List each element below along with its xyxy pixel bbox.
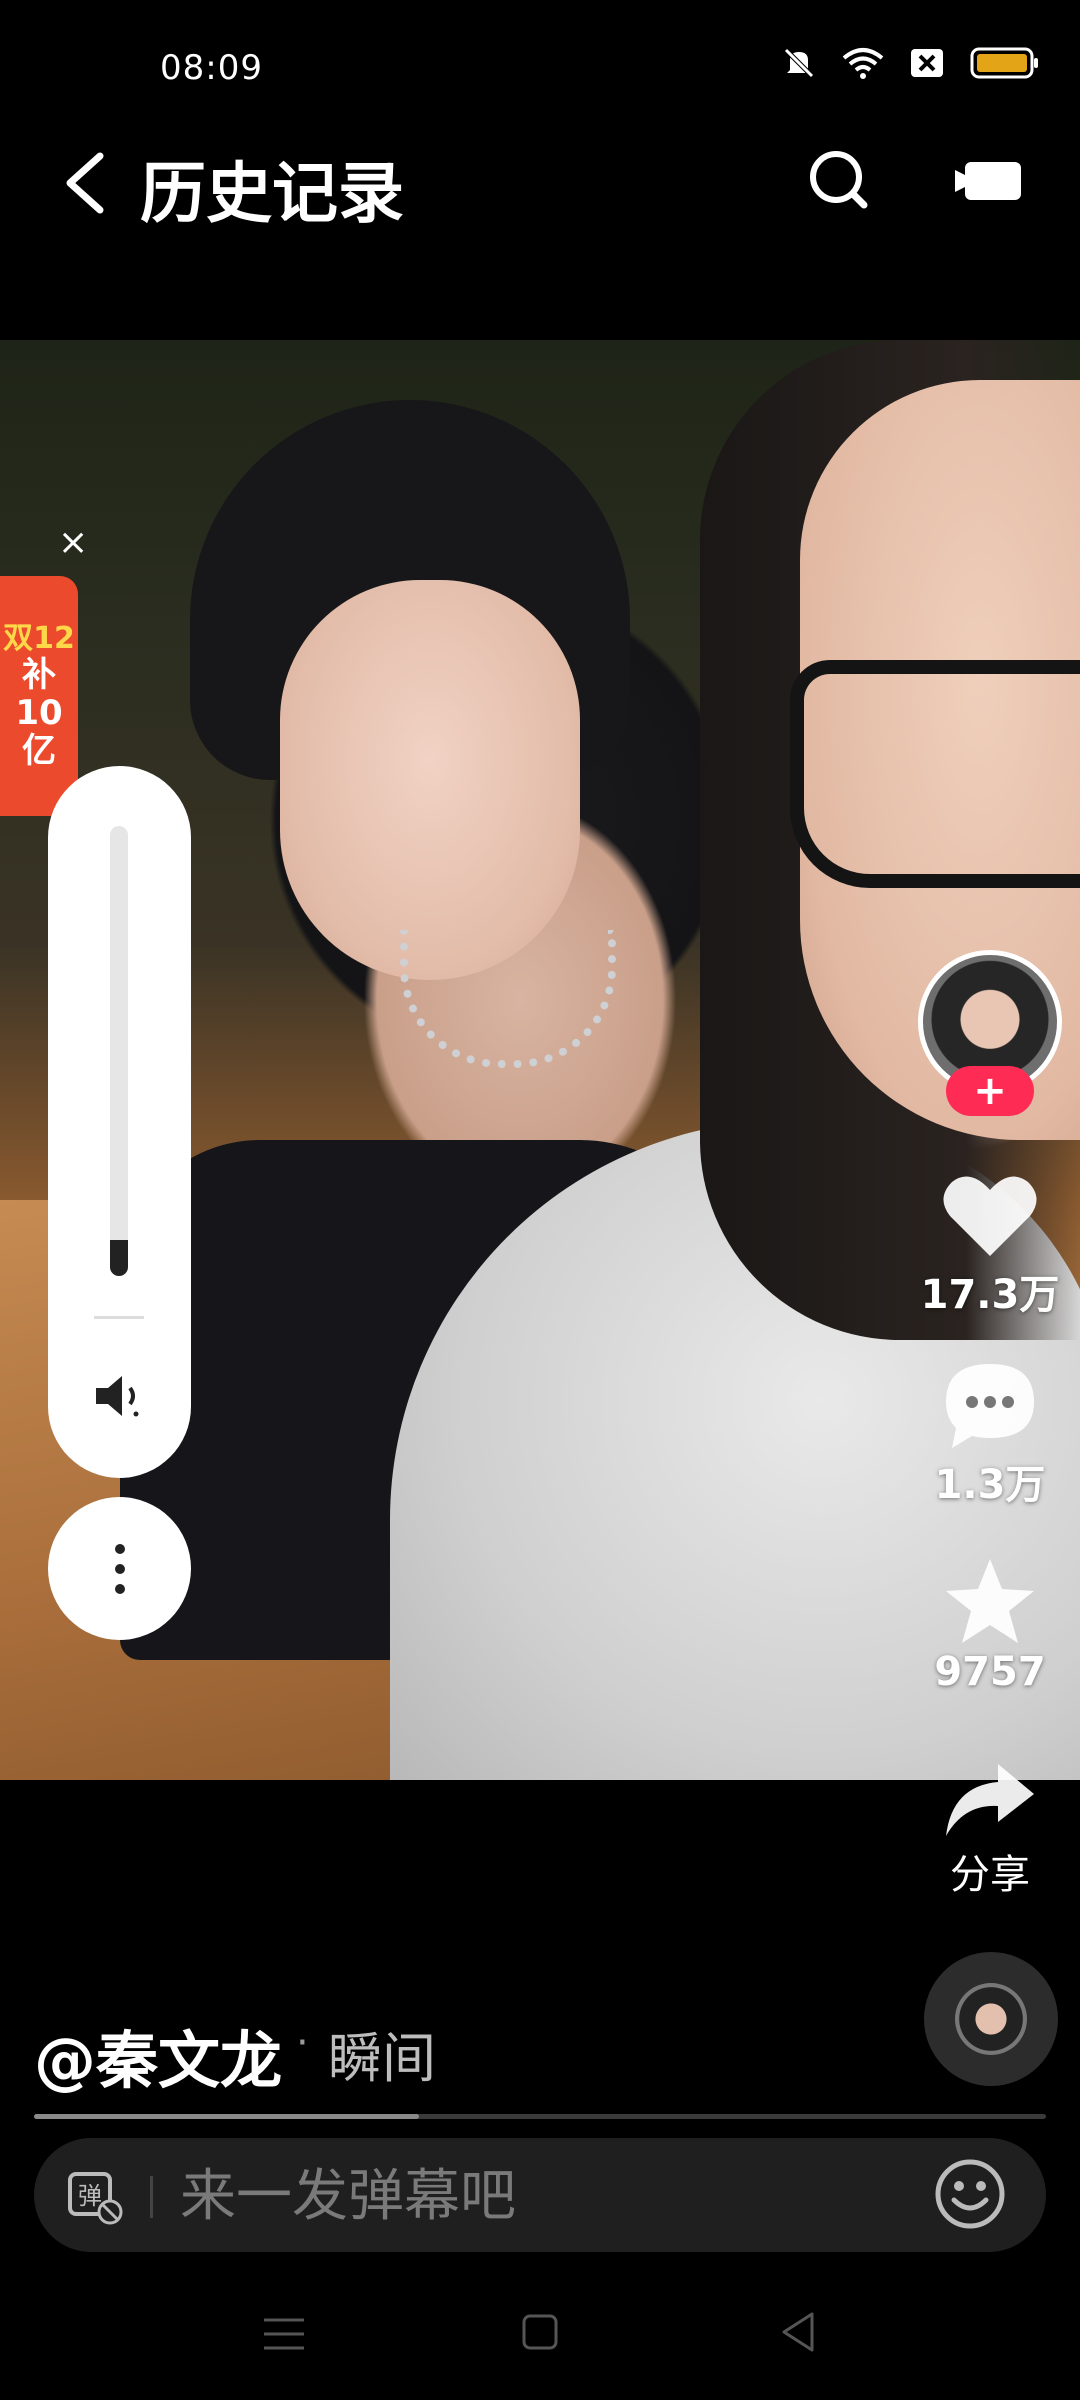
author-tag[interactable]: 瞬间 [328,2014,436,2093]
mute-icon [784,48,814,78]
comment-icon [946,1364,1034,1448]
share-arrow-icon [946,1764,1034,1836]
share-button[interactable]: 分享 [920,1760,1060,1900]
author-name[interactable]: @秦文龙 [34,2010,282,2100]
page-title: 历史记录 [140,155,404,232]
more-options-button[interactable] [48,1497,191,1640]
danmaku-off-icon[interactable]: 弹 [66,2168,124,2226]
heart-icon [943,1176,1037,1256]
comment-count: 1.3万 [934,1462,1046,1508]
danmaku-input[interactable] [178,2160,902,2232]
more-vertical-icon [114,1543,125,1594]
author-separator: · [296,2020,309,2066]
video-scene-face [280,580,580,980]
video-scene-glasses [790,660,1080,888]
like-button[interactable]: 17.3万 [920,1170,1060,1320]
danmaku-separator [150,2176,153,2218]
sim-off-icon [911,49,943,77]
promo-line-1: 双12 [3,621,75,657]
volume-slider-fill [110,1240,128,1276]
promo-line-2: 补 [22,654,56,695]
battery-icon [970,47,1038,79]
status-icons [782,46,1040,80]
back-triangle-icon[interactable] [776,2308,820,2356]
follow-button[interactable]: + [946,1066,1034,1116]
video-scene-necklace [400,930,616,1068]
star-icon [946,1559,1034,1643]
favorite-button[interactable]: 9757 [920,1555,1060,1695]
video-progress-fill [34,2114,419,2119]
volume-divider [94,1316,144,1319]
music-disc[interactable] [924,1952,1058,2086]
share-label: 分享 [950,1852,1030,1898]
promo-badge[interactable]: 双12 补 10 亿 [0,576,78,816]
music-disc-cover [955,1983,1027,2055]
status-time: 08:09 [160,48,263,88]
search-icon[interactable] [800,145,880,215]
home-icon[interactable] [518,2310,562,2354]
promo-line-4: 亿 [22,730,56,771]
volume-slider[interactable] [110,826,128,1276]
speaker-icon[interactable] [92,1368,146,1424]
svg-text:弹: 弹 [78,2182,102,2210]
promo-line-3: 10 [15,692,63,733]
like-count: 17.3万 [920,1272,1060,1318]
video-camera-icon[interactable] [955,150,1025,210]
wifi-icon [842,48,884,79]
favorite-count: 9757 [934,1649,1046,1695]
promo-close-button[interactable]: × [58,522,88,563]
comment-button[interactable]: 1.3万 [920,1360,1060,1510]
menu-icon[interactable] [258,2312,310,2356]
back-icon[interactable] [56,148,116,218]
emoji-icon[interactable] [932,2156,1008,2232]
